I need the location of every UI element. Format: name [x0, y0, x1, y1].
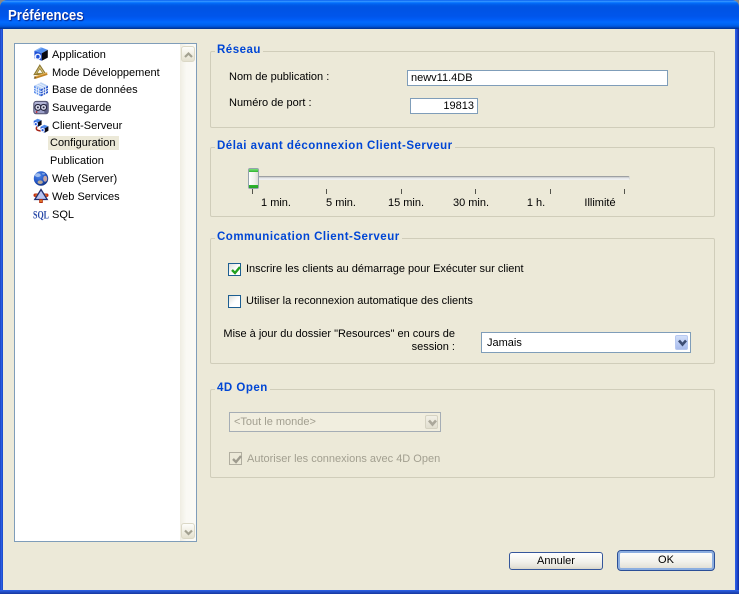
svg-text:SQL: SQL: [33, 208, 49, 222]
